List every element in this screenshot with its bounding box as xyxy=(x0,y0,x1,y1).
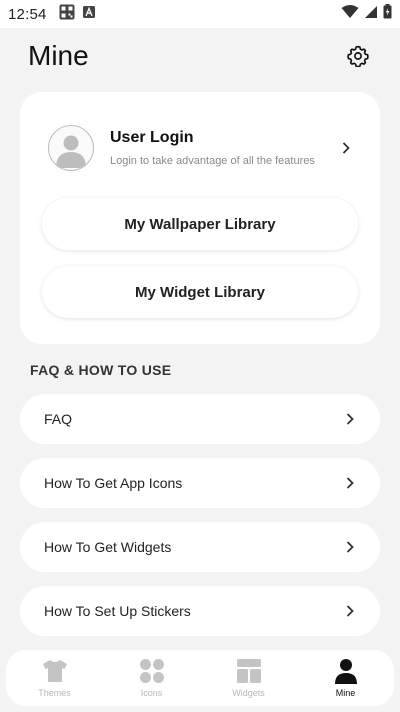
nav-label: Mine xyxy=(335,688,356,698)
faq-item-label: How To Set Up Stickers xyxy=(44,603,191,619)
chevron-right-icon xyxy=(344,413,356,425)
user-login-row[interactable]: User Login Login to take advantage of al… xyxy=(20,116,380,180)
page-title: Mine xyxy=(28,40,89,71)
login-text: User Login Login to take advantage of al… xyxy=(110,129,315,167)
faq-item-faq[interactable]: FAQ xyxy=(20,394,380,444)
nav-label: Icons xyxy=(140,688,163,698)
settings-button[interactable] xyxy=(344,42,372,70)
status-notification-icons xyxy=(59,4,95,25)
faq-item-widgets[interactable]: How To Get Widgets xyxy=(20,522,380,572)
grid-circles-icon xyxy=(139,658,165,684)
tshirt-icon xyxy=(42,658,68,684)
wallpaper-library-button[interactable]: My Wallpaper Library xyxy=(42,198,358,250)
chevron-right-icon xyxy=(344,477,356,489)
battery-icon xyxy=(383,4,392,24)
avatar xyxy=(48,125,94,171)
qr-code-icon xyxy=(59,4,75,25)
screen: 12:54 Mine User Login Login to take adva… xyxy=(0,0,400,712)
widgets-icon xyxy=(236,658,262,684)
gear-icon xyxy=(347,45,369,67)
a-icon xyxy=(82,5,95,23)
bottom-nav: Themes Icons Widgets Mine xyxy=(6,650,394,706)
nav-item-themes[interactable]: Themes xyxy=(15,658,95,698)
status-time: 12:54 xyxy=(8,5,47,23)
section-title: FAQ & HOW TO USE xyxy=(30,362,172,378)
nav-item-widgets[interactable]: Widgets xyxy=(209,658,289,698)
nav-label: Widgets xyxy=(232,688,265,698)
widget-library-button[interactable]: My Widget Library xyxy=(42,266,358,318)
faq-item-stickers[interactable]: How To Set Up Stickers xyxy=(20,586,380,636)
nav-item-mine[interactable]: Mine xyxy=(306,658,386,698)
wifi-icon xyxy=(341,4,359,24)
chevron-right-icon xyxy=(344,541,356,553)
faq-item-app-icons[interactable]: How To Get App Icons xyxy=(20,458,380,508)
chevron-right-icon xyxy=(340,142,352,154)
status-system-icons xyxy=(341,4,392,24)
faq-item-label: How To Get Widgets xyxy=(44,539,172,555)
login-title: User Login xyxy=(110,129,194,146)
profile-card: User Login Login to take advantage of al… xyxy=(20,92,380,344)
user-avatar-icon xyxy=(56,135,86,168)
status-bar: 12:54 xyxy=(0,0,400,28)
nav-item-icons[interactable]: Icons xyxy=(112,658,192,698)
chevron-right-icon xyxy=(344,605,356,617)
faq-item-label: How To Get App Icons xyxy=(44,475,183,491)
page-header: Mine xyxy=(0,28,400,84)
nav-label: Themes xyxy=(38,688,71,698)
faq-item-label: FAQ xyxy=(44,411,73,427)
signal-icon xyxy=(364,5,378,24)
login-subtitle: Login to take advantage of all the featu… xyxy=(110,155,315,167)
person-icon xyxy=(333,658,359,684)
